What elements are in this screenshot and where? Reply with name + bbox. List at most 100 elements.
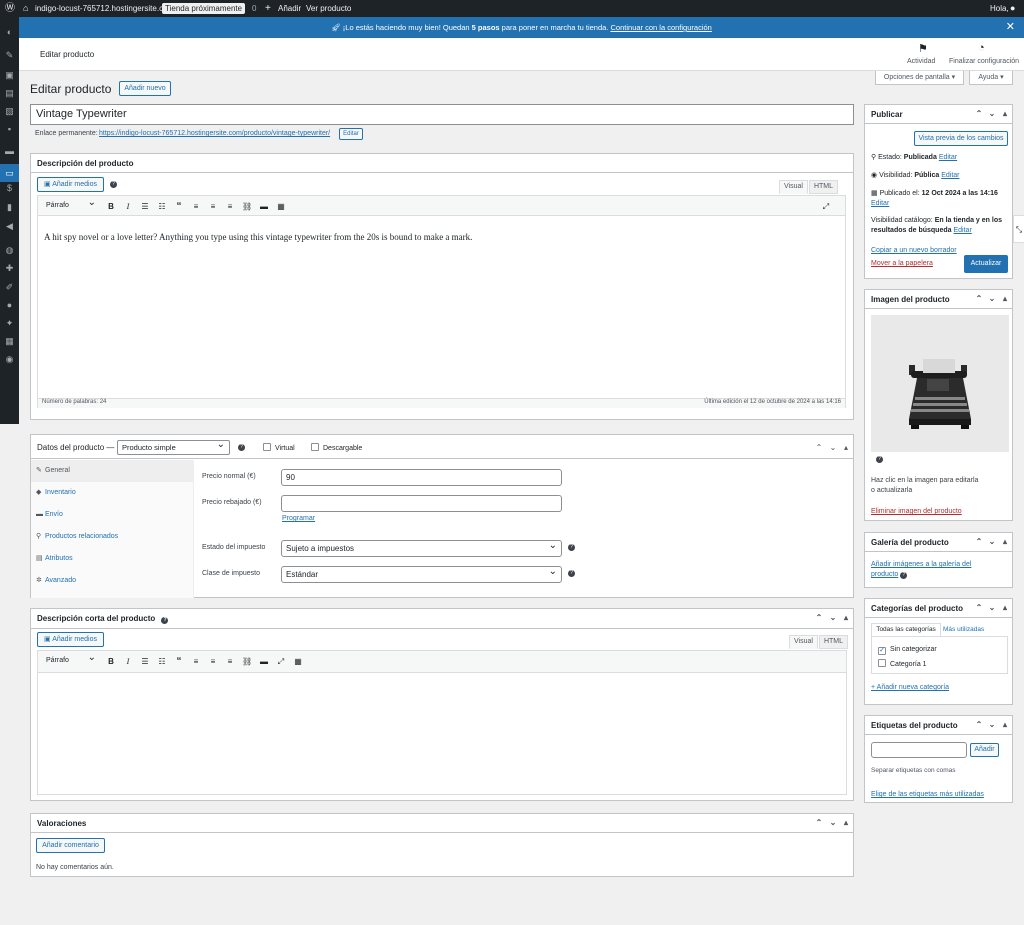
finish-setup-button[interactable]: Finalizar configuración (949, 58, 1019, 65)
short-editor-area[interactable]: Párrafo B I ☰ ☷ “ ≡ ≡ ≡ ⛓ ▬ ⤢ ▦ (37, 650, 847, 795)
help-button[interactable]: Ayuda ▾ (969, 71, 1013, 85)
edit-visibility-link[interactable]: Editar (941, 172, 959, 179)
editor-content[interactable]: A hit spy novel or a love letter? Anythi… (44, 232, 834, 242)
fullscreen-icon[interactable]: ⤢ (276, 653, 286, 670)
marketing-icon[interactable]: ◀ (5, 222, 14, 231)
add-new-button[interactable]: Añadir nuevo (119, 81, 171, 96)
tab-inventory[interactable]: ◆ Inventario (31, 482, 193, 504)
link-icon[interactable]: ⛓ (242, 653, 252, 670)
toggle-icon[interactable]: ▴ (1000, 537, 1010, 547)
category-item[interactable]: ✓ Sin categorizar (878, 646, 937, 655)
read-more-icon[interactable]: ▬ (259, 198, 269, 215)
move-down-icon[interactable]: ⌄ (828, 613, 838, 623)
toggle-icon[interactable]: ▴ (1000, 720, 1010, 730)
tax-status-select[interactable]: Sujeto a impuestos (281, 538, 562, 557)
add-tag-button[interactable]: Añadir (970, 743, 999, 757)
coming-soon-badge[interactable]: Tienda próximamente (162, 0, 246, 17)
move-down-icon[interactable]: ⌄ (828, 443, 838, 453)
tab-shipping[interactable]: ▬ Envío (31, 504, 193, 526)
help-icon[interactable]: ? (161, 617, 169, 624)
tax-class-select[interactable]: Estándar (281, 564, 562, 583)
flag-icon[interactable]: ⚑ (918, 42, 928, 55)
quote-icon[interactable]: “ (174, 198, 184, 215)
preview-changes-button[interactable]: Vista previa de los cambios (914, 131, 1008, 146)
format-select[interactable]: Párrafo (42, 196, 100, 212)
format-select[interactable]: Párrafo (42, 651, 100, 667)
tab-visual[interactable]: Visual (779, 180, 808, 194)
align-center-icon[interactable]: ≡ (208, 653, 218, 670)
expand-panel-icon[interactable]: ⤡ (1013, 215, 1024, 243)
link-icon[interactable]: ⛓ (242, 198, 252, 215)
help-icon[interactable]: ? (568, 544, 575, 551)
help-icon[interactable]: ? (110, 181, 117, 188)
move-down-icon[interactable]: ⌄ (987, 603, 997, 613)
help-icon[interactable]: ? (900, 572, 908, 579)
add-media-button[interactable]: ▣ Añadir medios (37, 177, 104, 192)
woocommerce-icon[interactable]: ▬ (5, 147, 14, 156)
tab-general[interactable]: ✎ General (31, 460, 193, 482)
tab-all-categories[interactable]: Todas las categorías (871, 623, 941, 637)
most-used-tags-link[interactable]: Elige de las etiquetas más utilizadas (871, 791, 984, 798)
numbered-list-icon[interactable]: ☷ (157, 653, 167, 670)
move-up-icon[interactable]: ⌃ (974, 720, 984, 730)
permalink-link[interactable]: https://indigo-locust-765712.hostingersi… (99, 130, 330, 137)
product-type-select[interactable]: Producto simple (117, 438, 230, 455)
move-down-icon[interactable]: ⌄ (987, 109, 997, 119)
comments-icon[interactable]: ▪ (5, 125, 14, 134)
downloadable-checkbox[interactable]: Descargable (311, 443, 362, 452)
toggle-icon[interactable]: ▴ (841, 613, 851, 623)
edit-status-link[interactable]: Editar (939, 154, 957, 161)
product-image-thumbnail[interactable] (871, 315, 1009, 452)
close-icon[interactable]: ✕ (1006, 17, 1015, 38)
edit-catalog-link[interactable]: Editar (953, 227, 971, 234)
read-more-icon[interactable]: ▬ (259, 653, 269, 670)
edit-permalink-button[interactable]: Editar (339, 128, 363, 140)
update-button[interactable]: Actualizar (964, 255, 1008, 273)
wordpress-logo-icon[interactable]: Ⓦ (5, 0, 15, 17)
comments-icon[interactable]: ▪ (241, 0, 244, 17)
checkbox-checked-icon[interactable]: ✓ (878, 647, 886, 655)
align-right-icon[interactable]: ≡ (225, 198, 235, 215)
toggle-icon[interactable]: ▴ (1000, 109, 1010, 119)
tab-linked-products[interactable]: ⚲ Productos relacionados (31, 526, 193, 548)
align-right-icon[interactable]: ≡ (225, 653, 235, 670)
plugins-icon[interactable]: ✚ (5, 264, 14, 273)
activity-button[interactable]: Actividad (907, 58, 935, 65)
toggle-icon[interactable]: ▴ (841, 443, 851, 453)
fullscreen-icon[interactable]: ⤢ (821, 198, 831, 215)
add-media-button[interactable]: ▣ Añadir medios (37, 632, 104, 647)
bullet-list-icon[interactable]: ☰ (140, 653, 150, 670)
products-icon[interactable]: ▭ (5, 169, 14, 178)
tab-html[interactable]: HTML (819, 635, 848, 649)
tab-attributes[interactable]: ▤ Atributos (31, 548, 193, 570)
toggle-icon[interactable]: ▴ (841, 818, 851, 828)
move-down-icon[interactable]: ⌄ (828, 818, 838, 828)
move-up-icon[interactable]: ⌃ (974, 294, 984, 304)
quote-icon[interactable]: “ (174, 653, 184, 670)
move-down-icon[interactable]: ⌄ (987, 537, 997, 547)
pages-icon[interactable]: ▤ (5, 89, 14, 98)
add-gallery-images-link[interactable]: Añadir imágenes a la galería del (871, 561, 971, 568)
collapse-icon[interactable]: ◉ (5, 355, 14, 364)
site-name-link[interactable]: indigo-locust-765712.hostingersite.com (35, 0, 174, 17)
users-icon[interactable]: ● (5, 301, 14, 310)
italic-icon[interactable]: I (123, 653, 133, 670)
payments-icon[interactable]: $ (5, 184, 14, 193)
align-left-icon[interactable]: ≡ (191, 653, 201, 670)
feedback-icon[interactable]: ▧ (5, 107, 14, 116)
remove-image-link[interactable]: Eliminar imagen del producto (871, 508, 962, 515)
help-icon[interactable]: ? (238, 444, 245, 451)
toggle-icon[interactable]: ▴ (1000, 294, 1010, 304)
tab-visual[interactable]: Visual (789, 635, 818, 649)
help-icon[interactable]: ? (876, 456, 883, 463)
bold-icon[interactable]: B (106, 653, 116, 670)
move-down-icon[interactable]: ⌄ (987, 720, 997, 730)
virtual-checkbox[interactable]: Virtual (263, 443, 295, 452)
move-up-icon[interactable]: ⌃ (814, 443, 824, 453)
tab-most-used[interactable]: Más utilizadas (943, 626, 984, 633)
progress-icon[interactable]: ◔ (978, 42, 985, 54)
greeting[interactable]: Hola, (990, 0, 1009, 17)
align-center-icon[interactable]: ≡ (208, 198, 218, 215)
add-comment-button[interactable]: Añadir comentario (36, 838, 105, 853)
move-up-icon[interactable]: ⌃ (974, 603, 984, 613)
